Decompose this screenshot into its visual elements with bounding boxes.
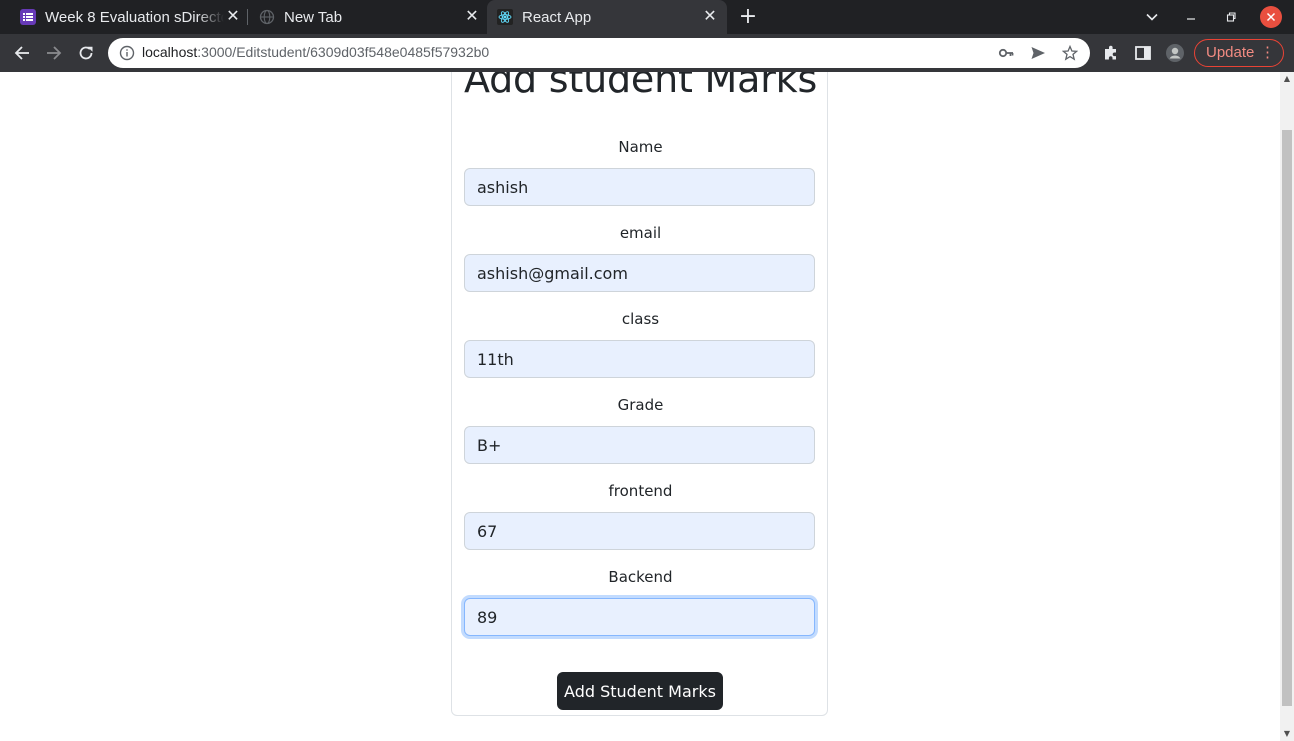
close-tab-icon[interactable]: ✕ (463, 8, 481, 26)
tab-new-tab[interactable]: New Tab ✕ (249, 0, 485, 34)
list-icon (20, 9, 36, 25)
grade-label: Grade (617, 396, 664, 414)
forward-arrow-icon[interactable] (42, 41, 66, 65)
bookmark-star-icon[interactable] (1061, 44, 1079, 61)
url-path: :3000/Editstudent/6309d03f548e0485f57932… (197, 44, 490, 60)
class-label: class (621, 310, 660, 328)
tab-separator (247, 9, 248, 25)
backend-input[interactable] (464, 598, 815, 636)
minimize-icon[interactable] (1180, 6, 1202, 28)
url-text[interactable]: localhost:3000/Editstudent/6309d03f548e0… (142, 44, 489, 60)
url-host: localhost (142, 44, 198, 60)
react-icon (497, 9, 513, 25)
profile-avatar-icon[interactable] (1165, 43, 1185, 63)
reload-icon[interactable] (74, 41, 98, 65)
frontend-input[interactable] (464, 512, 815, 550)
site-info-icon[interactable] (119, 45, 135, 61)
tab-title: Week 8 Evaluation sDirectory (45, 8, 224, 26)
scroll-up-arrow-icon[interactable]: ▲ (1280, 72, 1294, 86)
key-icon[interactable] (998, 45, 1014, 61)
page-viewport: Add student Marks Name email class Grade… (0, 72, 1280, 741)
menu-dots-icon[interactable]: ⋮ (1260, 40, 1275, 66)
tab-title: React App (522, 8, 592, 26)
page-scrollbar[interactable]: ▲ ▼ (1280, 72, 1294, 741)
update-button[interactable]: Update ⋮ (1194, 39, 1284, 67)
send-icon[interactable] (1030, 45, 1046, 61)
tab-search-chevron-icon[interactable] (1141, 6, 1163, 28)
address-bar[interactable]: localhost:3000/Editstudent/6309d03f548e0… (108, 38, 1090, 68)
side-panel-icon[interactable] (1133, 43, 1153, 63)
email-input[interactable] (464, 254, 815, 292)
tab-react-app[interactable]: React App ✕ (487, 0, 727, 34)
scroll-down-arrow-icon[interactable]: ▼ (1280, 727, 1294, 741)
tab-title: New Tab (284, 8, 343, 26)
email-label: email (619, 224, 662, 242)
scrollbar-thumb[interactable] (1282, 130, 1292, 706)
grade-input[interactable] (464, 426, 815, 464)
close-window-icon[interactable] (1260, 6, 1282, 28)
close-tab-icon[interactable]: ✕ (701, 8, 719, 26)
new-tab-button[interactable]: + (737, 6, 759, 28)
name-input[interactable] (464, 168, 815, 206)
update-label: Update (1206, 44, 1255, 61)
page-title: Add student Marks (463, 72, 818, 101)
close-tab-icon[interactable]: ✕ (224, 8, 242, 26)
student-form-card: Add student Marks Name email class Grade… (451, 72, 828, 716)
globe-icon (259, 9, 275, 25)
restore-icon[interactable] (1220, 6, 1242, 28)
class-input[interactable] (464, 340, 815, 378)
back-arrow-icon[interactable] (10, 41, 34, 65)
name-label: Name (618, 138, 663, 156)
extensions-puzzle-icon[interactable] (1101, 43, 1121, 63)
tab-week8-evaluation[interactable]: Week 8 Evaluation sDirectory ✕ (10, 0, 246, 34)
add-student-marks-button[interactable]: Add Student Marks (557, 672, 723, 710)
frontend-label: frontend (608, 482, 673, 500)
backend-label: Backend (608, 568, 673, 586)
browser-tab-strip: Week 8 Evaluation sDirectory ✕ New Tab ✕… (0, 0, 1294, 34)
